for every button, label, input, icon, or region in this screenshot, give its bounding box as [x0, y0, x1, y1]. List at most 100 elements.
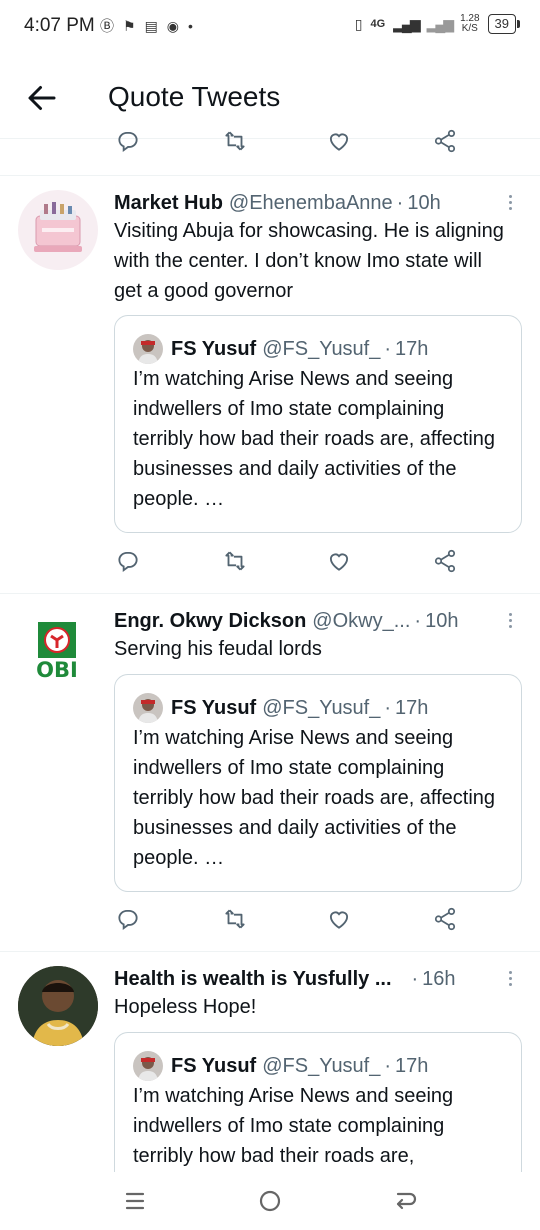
retweet-icon: [225, 131, 245, 151]
signal-2-icon: ▂▄▆: [426, 15, 454, 32]
tweet-text: Visiting Abuja for showcasing. He is ali…: [114, 220, 504, 302]
reply-button[interactable]: [115, 548, 145, 578]
retweet-button[interactable]: [222, 548, 252, 578]
divider: [0, 175, 540, 176]
avatar[interactable]: [18, 190, 98, 270]
notification-icons: Ⓑ ⚑ ▤ ◉ •: [100, 16, 193, 36]
quoted-author-name: FS Yusuf: [171, 337, 257, 360]
tweet-header: Engr. Okwy Dickson @Okwy_... · 10h: [114, 610, 459, 633]
more-icon: [500, 195, 520, 210]
author-handle[interactable]: @EhenembaAnne: [229, 192, 393, 215]
reply-icon: [118, 551, 138, 573]
share-icon: [434, 549, 456, 573]
signal-icon: ▂▄▆: [393, 15, 420, 32]
more-icon: [500, 613, 520, 628]
more-notifications-icon: •: [188, 18, 193, 34]
quoted-tweet-text: I’m watching Arise News and seeing indwe…: [133, 368, 496, 510]
status-time: 4:07 PM: [24, 15, 95, 36]
system-back-button[interactable]: [388, 1184, 422, 1218]
author-name[interactable]: Market Hub: [114, 192, 223, 215]
system-navigation-bar: [0, 1172, 540, 1230]
quoted-avatar: [133, 334, 163, 364]
nav-home-icon: [259, 1190, 281, 1212]
tweet-actions: [0, 906, 540, 950]
network-speed: 1.28 K/S: [460, 13, 480, 34]
reply-button[interactable]: [115, 128, 145, 158]
more-options-button[interactable]: [500, 968, 520, 994]
quoted-author-name: FS Yusuf: [171, 1054, 257, 1077]
tweet-header: Market Hub @EhenembaAnne · 10h: [114, 192, 441, 215]
like-icon: [329, 911, 349, 929]
like-button[interactable]: [326, 548, 356, 578]
tweet-item[interactable]: Market Hub @EhenembaAnne · 10h Visiting …: [0, 190, 540, 590]
notification-b-icon: Ⓑ: [100, 18, 114, 34]
retweet-button[interactable]: [222, 906, 252, 936]
share-button[interactable]: [432, 548, 462, 578]
vibrate-icon: ▯: [354, 15, 363, 32]
tweet-time: 10h: [407, 192, 441, 214]
tweet-actions: [0, 548, 540, 592]
more-icon: [500, 971, 520, 986]
share-button[interactable]: [432, 906, 462, 936]
home-button[interactable]: [253, 1184, 287, 1218]
back-button[interactable]: [24, 80, 60, 116]
notification-app-icon: ⚑: [123, 17, 136, 34]
share-icon: [434, 129, 456, 153]
like-button[interactable]: [326, 906, 356, 936]
author-name[interactable]: Engr. Okwy Dickson: [114, 610, 306, 633]
quoted-author-handle: @FS_Yusuf_: [262, 696, 381, 719]
tweet-header: Health is wealth is Yusfully ... · 16h: [114, 968, 456, 991]
author-handle[interactable]: @Okwy_...: [312, 610, 410, 633]
quoted-tweet-header: FS Yusuf @FS_Yusuf_ · 17h: [133, 693, 428, 723]
quoted-tweet-text: I’m watching Arise News and seeing indwe…: [133, 727, 496, 869]
like-icon: [329, 133, 349, 151]
quoted-author-name: FS Yusuf: [171, 696, 257, 719]
quoted-tweet-header: FS Yusuf @FS_Yusuf_ · 17h: [133, 334, 428, 364]
like-icon: [329, 553, 349, 571]
quoted-avatar: [133, 1051, 163, 1081]
author-name[interactable]: Health is wealth is Yusfully ...: [114, 968, 392, 991]
quoted-tweet-text: I’m watching Arise News and seeing indwe…: [133, 1085, 454, 1167]
back-arrow-icon: [28, 86, 56, 110]
makeup-box-image: [34, 202, 82, 252]
divider: [0, 593, 540, 594]
quoted-author-handle: @FS_Yusuf_: [262, 337, 381, 360]
reply-icon: [118, 909, 138, 931]
nav-back-icon: [396, 1192, 417, 1210]
tweet-time: 16h: [422, 968, 456, 990]
tweet-item[interactable]: Health is wealth is Yusfully ... · 16h H…: [0, 966, 540, 1172]
status-right: ▯ 4G ▂▄▆ ▂▄▆ 1.28 K/S 39: [354, 13, 521, 34]
status-bar: 4:07 PM Ⓑ ⚑ ▤ ◉ • ▯ 4G ▂▄▆ ▂▄▆ 1.28 K/S …: [0, 0, 540, 56]
reply-icon: [118, 131, 138, 153]
tweet-item[interactable]: OBI Engr. Okwy Dickson @Okwy_... · 10h S…: [0, 608, 540, 948]
quoted-author-handle: @FS_Yusuf_: [262, 1054, 381, 1077]
retweet-icon: [225, 909, 245, 929]
quoted-avatar: [133, 693, 163, 723]
share-button[interactable]: [432, 128, 462, 158]
more-options-button[interactable]: [500, 610, 520, 636]
more-options-button[interactable]: [500, 192, 520, 218]
quoted-tweet-time: 17h: [395, 337, 429, 360]
like-button[interactable]: [326, 128, 356, 158]
network-type: 4G: [370, 18, 386, 30]
profile-photo-image: [18, 966, 98, 1046]
tweet-text: Hopeless Hope!: [114, 996, 257, 1018]
quoted-tweet[interactable]: FS Yusuf @FS_Yusuf_ · 17h I’m watching A…: [114, 674, 522, 892]
retweet-button[interactable]: [222, 128, 252, 158]
notification-mail-icon: ▤: [144, 17, 158, 34]
share-icon: [434, 907, 456, 931]
tweet-time: 10h: [425, 610, 459, 632]
quoted-tweet-header: FS Yusuf @FS_Yusuf_ · 17h: [133, 1051, 428, 1081]
quoted-tweet[interactable]: FS Yusuf @FS_Yusuf_ · 17h I’m watching A…: [114, 1032, 522, 1172]
avatar[interactable]: OBI: [18, 608, 98, 688]
messenger-icon: ◉: [166, 17, 180, 34]
quoted-tweet[interactable]: FS Yusuf @FS_Yusuf_ · 17h I’m watching A…: [114, 315, 522, 533]
quoted-tweet-time: 17h: [395, 1054, 429, 1077]
reply-button[interactable]: [115, 906, 145, 936]
avatar[interactable]: [18, 966, 98, 1046]
battery-indicator: 39: [487, 14, 521, 34]
tweet-actions-previous: [0, 128, 540, 172]
obi-logo-text: OBI: [36, 658, 78, 682]
recents-button[interactable]: [118, 1184, 152, 1218]
tweet-text: Serving his feudal lords: [114, 638, 322, 660]
